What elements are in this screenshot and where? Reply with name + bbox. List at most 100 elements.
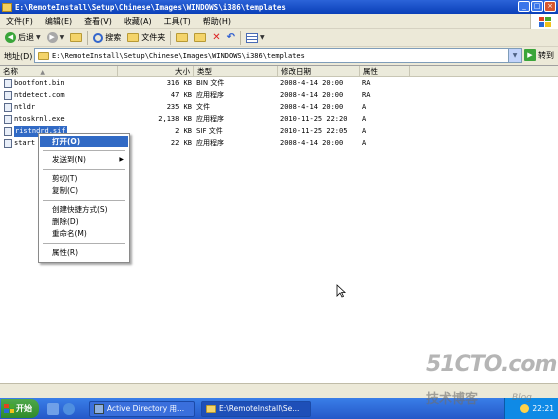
title-bar[interactable]: E:\RemoteInstall\Setup\Chinese\Images\WI… [0,0,558,14]
windows-logo-icon [4,404,14,413]
up-folder-icon [70,33,83,42]
menu-divider [43,150,125,151]
address-label: 地址(D) [4,51,33,61]
file-size: 2 KB [175,127,192,135]
toolbar: ◀ 后退 ▼ ▶ ▼ 搜索 文件夹 ✕ ↶ ▼ [0,29,558,47]
toolbar-divider [87,30,89,45]
task-label: Active Directory 用... [107,404,185,413]
table-row[interactable]: ntoskrnl.exe 2,138 KB 应用程序 2010-11-25 22… [0,114,558,125]
close-button[interactable]: × [544,1,556,12]
chevron-down-icon: ▼ [260,34,265,41]
menu-favorites[interactable]: 收藏(A) [118,16,158,27]
views-button[interactable]: ▼ [243,30,268,46]
context-menu: 打开(O) 发送到(N) ▶ 剪切(T) 复制(C) 创建快捷方式(S) 删除(… [38,133,130,263]
folder-icon [206,404,216,413]
column-name-label: 名称 [3,67,18,76]
column-header-type[interactable]: 类型 [194,66,278,77]
menu-tools[interactable]: 工具(T) [158,16,197,27]
minimize-button[interactable]: _ [518,1,530,12]
maximize-button[interactable]: □ [531,1,543,12]
task-active-directory[interactable]: Active Directory 用... [89,400,195,417]
context-rename[interactable]: 重命名(M) [40,228,128,239]
file-attributes: A [362,103,367,111]
back-arrow-icon: ◀ [5,32,16,43]
up-folder-button[interactable] [67,30,85,46]
window-title: E:\RemoteInstall\Setup\Chinese\Images\WI… [15,2,286,12]
menu-view[interactable]: 查看(V) [78,16,118,27]
file-size: 2,138 KB [158,115,192,123]
windows-logo-icon [530,14,558,29]
desktop-icon[interactable] [47,402,59,415]
menu-divider [43,243,125,244]
file-name: ntldr [14,103,36,111]
file-name: bootfont.bin [14,79,65,87]
folders-label: 文件夹 [141,33,166,42]
mouse-cursor-icon [336,284,346,298]
context-send-to[interactable]: 发送到(N) ▶ [40,154,128,165]
search-button[interactable]: 搜索 [90,30,124,46]
address-dropdown-button[interactable]: ▼ [508,49,521,62]
file-icon [4,127,12,136]
file-type: SIF 文件 [196,127,223,135]
chevron-down-icon: ▼ [36,34,41,41]
file-date: 2008-4-14 20:00 [280,103,344,111]
views-icon [246,32,259,43]
file-date: 2010-11-25 22:20 [280,115,348,123]
tray-icon[interactable] [520,404,530,413]
menu-help[interactable]: 帮助(H) [197,16,237,27]
browser-icon[interactable] [63,402,75,415]
submenu-arrow-icon: ▶ [119,156,124,163]
search-icon [93,32,104,43]
file-date: 2010-11-25 22:05 [280,127,348,135]
start-button[interactable]: 开始 [1,399,39,418]
file-icon [4,103,12,112]
start-label: 开始 [16,404,32,413]
menu-file[interactable]: 文件(F) [0,16,39,27]
copy-to-button[interactable] [191,30,209,46]
forward-button[interactable]: ▶ ▼ [44,30,68,46]
file-icon [4,115,12,124]
column-header-attributes[interactable]: 属性 [360,66,410,77]
folders-button[interactable]: 文件夹 [124,30,168,46]
go-label: 转到 [538,50,554,60]
address-bar: 地址(D) E:\RemoteInstall\Setup\Chinese\Ima… [0,47,558,65]
address-path: E:\RemoteInstall\Setup\Chinese\Images\WI… [52,51,305,60]
context-delete[interactable]: 删除(D) [40,216,128,227]
address-input[interactable]: E:\RemoteInstall\Setup\Chinese\Images\WI… [34,48,522,63]
context-properties[interactable]: 属性(R) [40,247,128,258]
file-date: 2008-4-14 20:00 [280,139,344,147]
context-cut[interactable]: 剪切(T) [40,173,128,184]
column-header-name[interactable]: 名称 ▲ [0,66,118,77]
copy-to-icon [194,33,207,42]
table-row[interactable]: bootfont.bin 316 KB BIN 文件 2008-4-14 20:… [0,78,558,89]
file-size: 47 KB [170,91,192,99]
table-row[interactable]: ntdetect.com 47 KB 应用程序 2008-4-14 20:00 … [0,90,558,101]
go-button[interactable]: ▶ 转到 [524,49,554,61]
delete-icon: ✕ [212,32,221,43]
context-copy[interactable]: 复制(C) [40,185,128,196]
table-row[interactable]: ntldr 235 KB 文件 2008-4-14 20:00 A [0,102,558,113]
move-to-icon [176,33,189,42]
task-explorer[interactable]: E:\RemoteInstall\Se... [201,400,311,417]
column-header-date[interactable]: 修改日期 [278,66,360,77]
status-bar [0,383,558,398]
task-label: E:\RemoteInstall\Se... [219,404,300,413]
menu-divider [43,169,125,170]
sort-ascending-icon: ▲ [40,69,46,76]
forward-arrow-icon: ▶ [46,32,58,43]
context-open[interactable]: 打开(O) [40,136,128,147]
menu-divider [43,200,125,201]
back-button[interactable]: ◀ 后退 ▼ [2,30,44,46]
file-size: 22 KB [170,139,192,147]
file-attributes: RA [362,91,371,99]
send-to-label: 发送到(N) [52,155,86,164]
delete-button[interactable]: ✕ [209,30,223,46]
file-type: 应用程序 [196,139,224,147]
menu-edit[interactable]: 编辑(E) [39,16,78,27]
context-create-shortcut[interactable]: 创建快捷方式(S) [40,204,128,215]
file-size: 235 KB [166,103,192,111]
undo-button[interactable]: ↶ [224,30,238,46]
move-to-button[interactable] [173,30,191,46]
column-header-size[interactable]: 大小 [118,66,194,77]
file-type: 应用程序 [196,115,224,123]
